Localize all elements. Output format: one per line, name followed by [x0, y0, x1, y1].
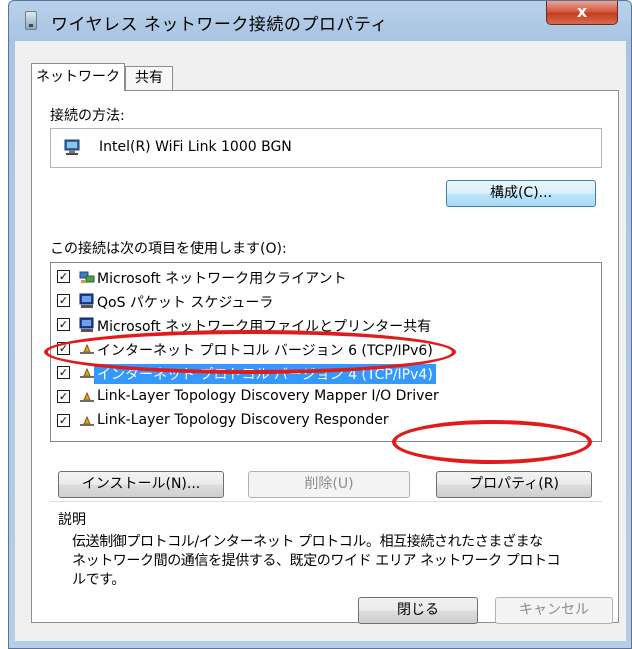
description-line-1: 伝送制御プロトコル/インターネット プロトコル。相互接続されたさまざまな [72, 534, 543, 550]
description-line-3: ルです。 [72, 572, 125, 588]
properties-button[interactable]: プロパティ(R) [436, 471, 592, 498]
window-title: ワイヤレス ネットワーク接続のプロパティ [51, 15, 388, 35]
item-checkbox[interactable]: ✓ [57, 366, 70, 379]
protocol-icon [80, 415, 94, 426]
tab-sharing[interactable]: 共有 [125, 66, 173, 90]
highlight-ellipse-ipv4 [44, 330, 456, 374]
protocol-icon [80, 367, 94, 378]
close-button[interactable]: x [546, 1, 618, 25]
tab-network[interactable]: ネットワーク [31, 63, 125, 91]
uninstall-button: 削除(U) [248, 471, 410, 498]
configure-button[interactable]: 構成(C)... [446, 180, 596, 207]
close-dialog-button[interactable]: 閉じる [358, 597, 478, 624]
highlight-ellipse-properties [392, 420, 592, 464]
item-label: Microsoft ネットワーク用クライアント [97, 271, 347, 287]
item-label: Link-Layer Topology Discovery Mapper I/O… [97, 388, 439, 404]
description-line-2: ネットワーク間の通信を提供する、既定のワイド エリア ネットワーク プロトコ [72, 553, 561, 569]
cancel-button: キャンセル [495, 597, 613, 624]
item-checkbox[interactable]: ✓ [57, 270, 70, 283]
item-label: Link-Layer Topology Discovery Responder [97, 412, 389, 428]
item-checkbox[interactable]: ✓ [57, 414, 70, 427]
item-checkbox[interactable]: ✓ [57, 390, 70, 403]
install-button[interactable]: インストール(N)... [58, 471, 224, 498]
list-item[interactable]: ✓ Microsoft ネットワーク用クライアント [55, 267, 595, 289]
computer-service-icon [79, 293, 94, 308]
adapter-field: Intel(R) WiFi Link 1000 BGN [50, 128, 602, 168]
list-item[interactable]: ✓ QoS パケット スケジューラ [55, 291, 595, 313]
item-label: QoS パケット スケジューラ [97, 295, 274, 311]
item-checkbox[interactable]: ✓ [57, 318, 70, 331]
list-item[interactable]: ✓ Link-Layer Topology Discovery Mapper I… [55, 387, 595, 409]
item-checkbox[interactable]: ✓ [57, 294, 70, 307]
protocol-icon [80, 391, 94, 402]
network-adapter-icon [25, 11, 37, 30]
computer-service-icon [79, 317, 94, 332]
network-client-icon [79, 271, 95, 283]
network-adapter-card-icon [64, 139, 80, 155]
properties-dialog: ワイヤレス ネットワーク接続のプロパティ x ネットワーク 共有 接続の方法: … [8, 0, 632, 649]
adapter-name: Intel(R) WiFi Link 1000 BGN [99, 139, 292, 155]
title-bar[interactable]: ワイヤレス ネットワーク接続のプロパティ x [9, 1, 631, 41]
connect-using-label: 接続の方法: [50, 108, 125, 124]
items-section-label: この接続は次の項目を使用します(O): [50, 241, 287, 257]
